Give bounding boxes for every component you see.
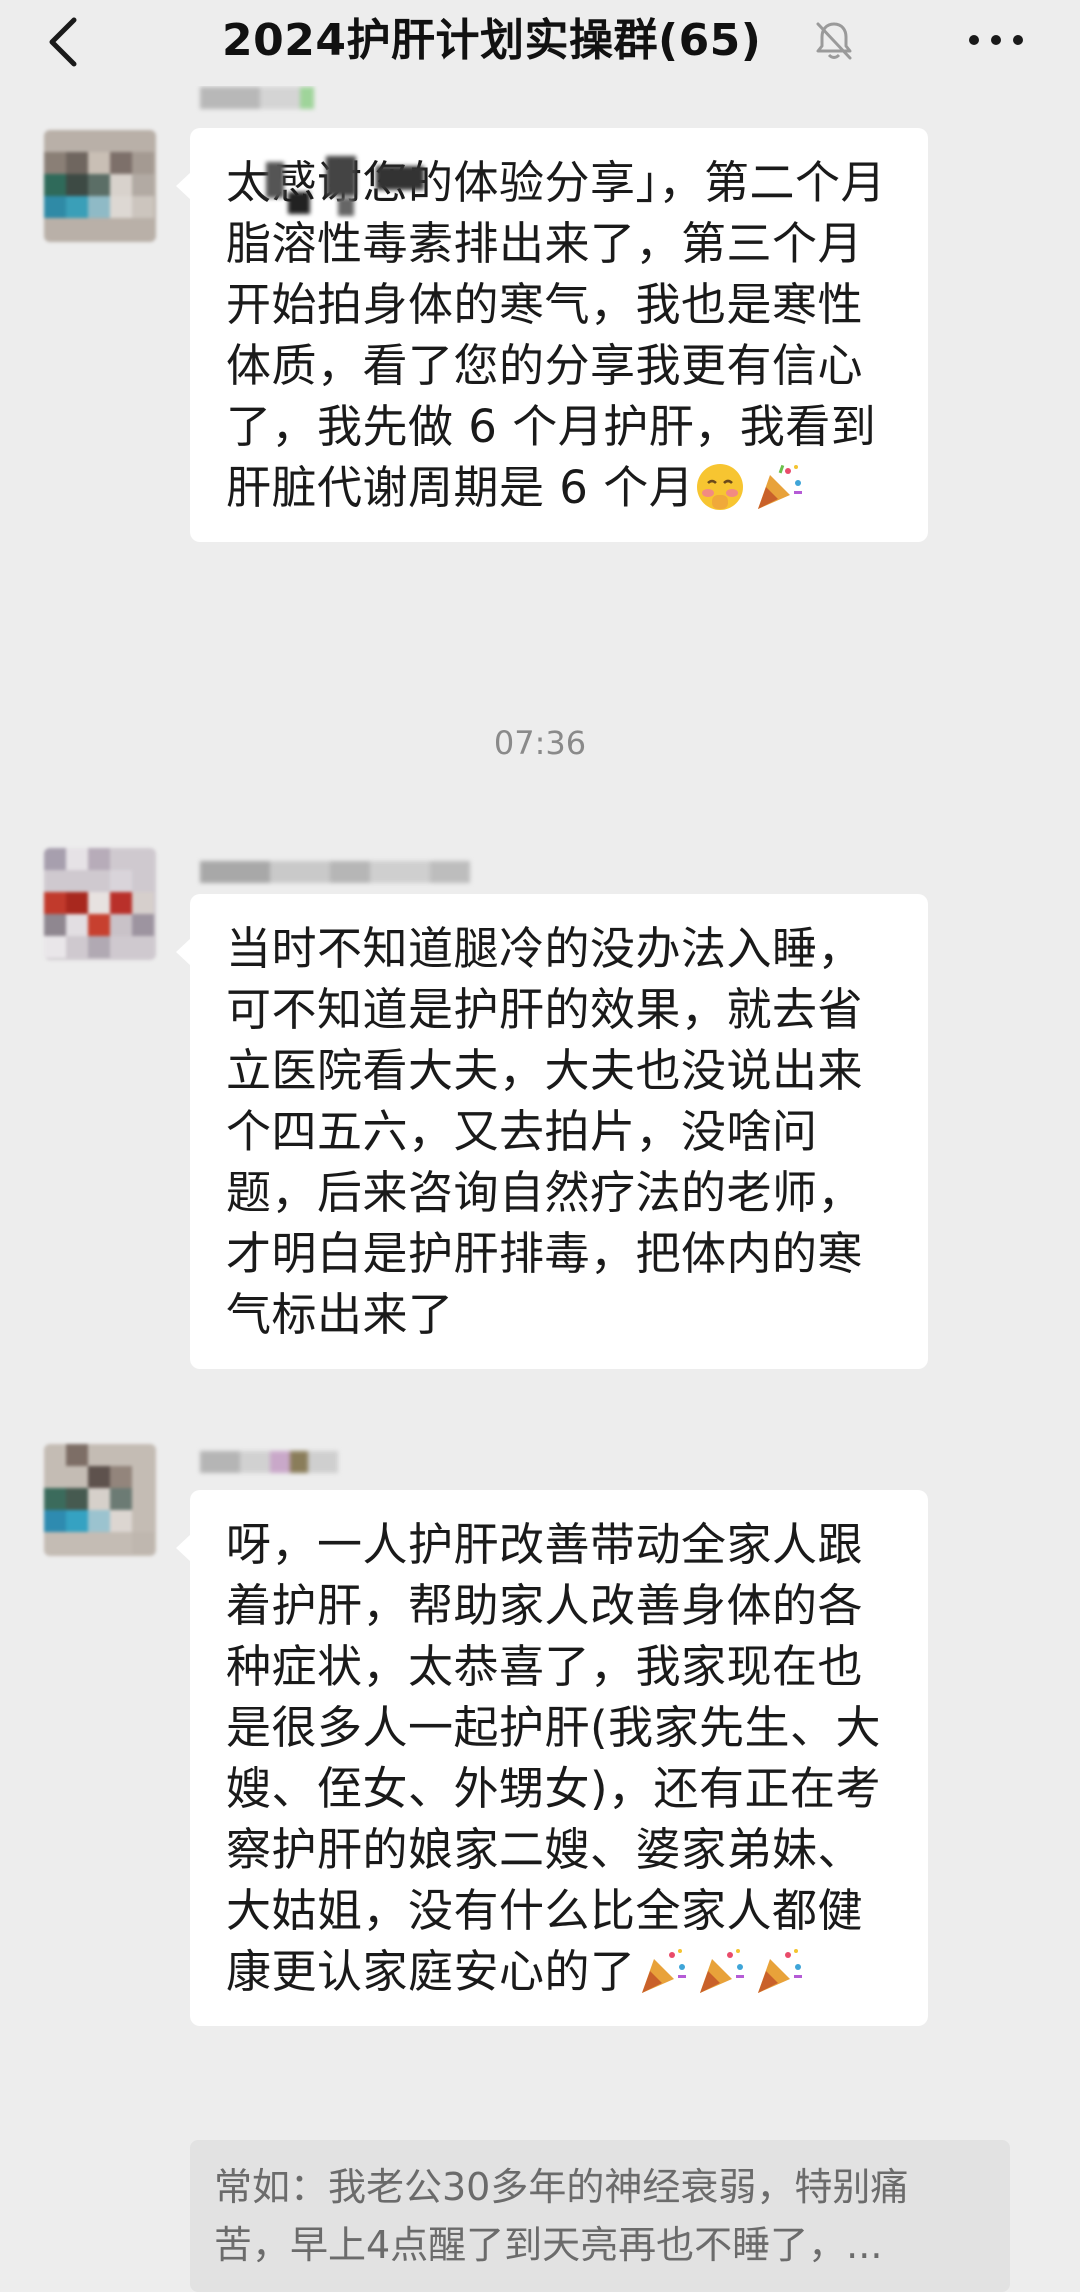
time-divider: 07:36 xyxy=(493,724,587,762)
avatar[interactable] xyxy=(44,848,156,960)
more-options-button[interactable] xyxy=(964,22,1028,58)
message-text: 当时不知道腿冷的没办法入睡，可不知道是护肝的效果，就去省立医院看大夫，大夫也没说… xyxy=(226,922,864,1341)
party-popper-emoji xyxy=(636,1945,688,1997)
message-bubble[interactable]: 呀，一人护肝改善带动全家人跟着护肝，帮助家人改善身体的各种症状，太恭喜了，我家现… xyxy=(176,1490,928,2026)
party-popper-emoji xyxy=(752,461,804,513)
sender-name-redacted xyxy=(200,84,520,112)
sender-name-redacted xyxy=(200,858,520,886)
message-bubble[interactable]: 当时不知道腿冷的没办法入睡，可不知道是护肝的效果，就去省立医院看大夫，大夫也没说… xyxy=(176,894,928,1369)
bell-muted-icon xyxy=(812,18,856,62)
sender-name-redacted xyxy=(200,1448,520,1476)
chevron-left-icon xyxy=(49,17,77,67)
redacted-mention xyxy=(226,152,431,222)
quoted-message[interactable]: 常如：我老公30多年的神经衰弱，特别痛苦，早上4点醒了到天亮再也不睡了，... xyxy=(190,2140,1010,2292)
message-text: 呀，一人护肝改善带动全家人跟着护肝，帮助家人改善身体的各种症状，太恭喜了，我家现… xyxy=(226,1518,882,1998)
party-popper-emoji xyxy=(694,1945,746,1997)
avatar[interactable] xyxy=(44,130,156,242)
chat-title: 2024护肝计划实操群(65) xyxy=(222,15,762,66)
back-button[interactable] xyxy=(40,14,90,70)
avatar[interactable] xyxy=(44,1444,156,1556)
message-bubble[interactable]: 太感谢您的体验分享」，第二个月脂溶性毒素排出来了，第三个月开始拍身体的寒气，我也… xyxy=(176,128,928,542)
more-dots-icon xyxy=(969,35,1023,45)
chat-header: 2024护肝计划实操群(65) xyxy=(0,0,1080,86)
shy-face-emoji xyxy=(694,461,746,513)
party-popper-emoji xyxy=(752,1945,804,1997)
